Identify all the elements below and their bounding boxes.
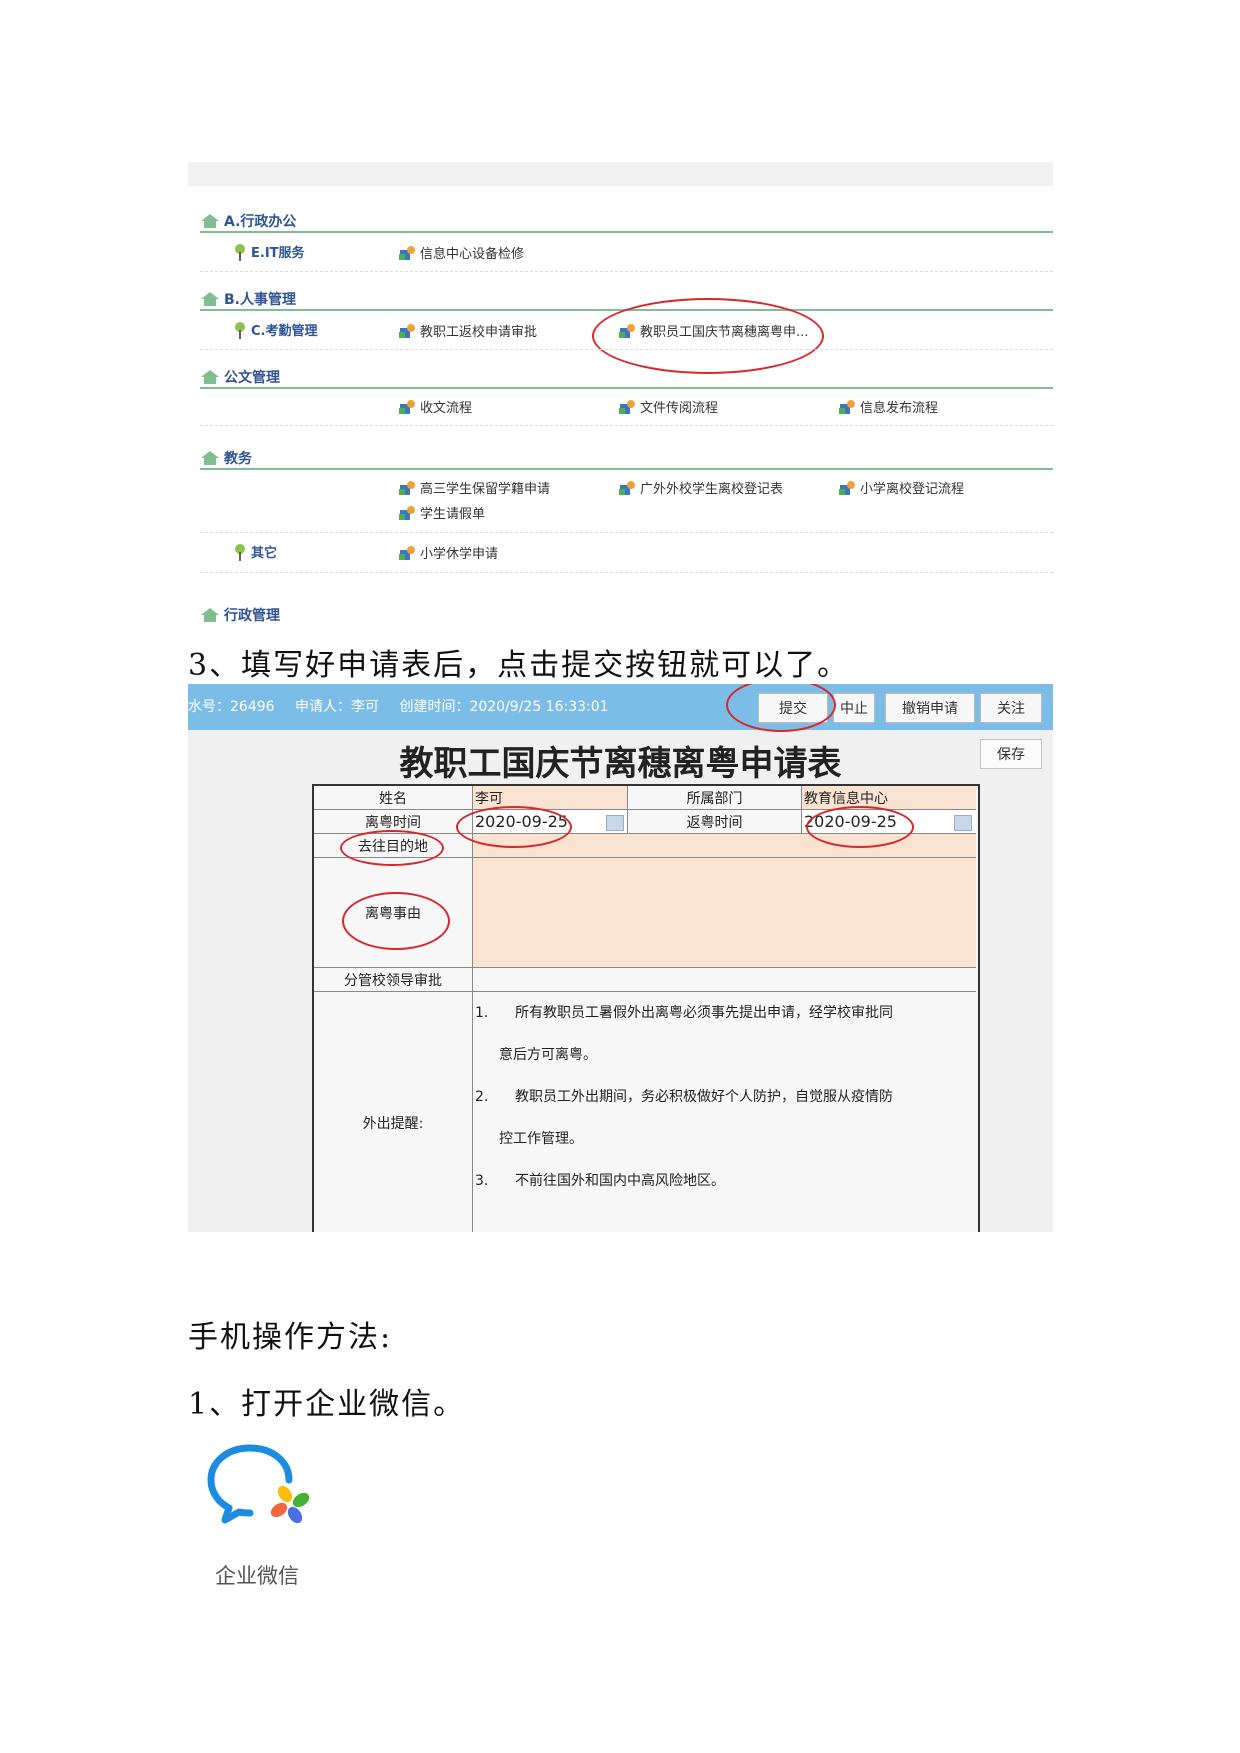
category-admin-management[interactable]: 行政管理 <box>200 602 280 622</box>
flow-primary-leave[interactable]: 小学离校登记流程 <box>838 478 964 497</box>
subcategory-attendance[interactable]: C.考勤管理 <box>232 320 317 339</box>
application-form-screenshot: 水号：26496 申请人：李可 创建时间：2020/9/25 16:33:01 … <box>188 684 1053 1232</box>
calendar-icon[interactable] <box>606 815 624 831</box>
leave-date-field[interactable]: 2020-09-25 <box>473 810 628 834</box>
submit-button[interactable]: 提交 <box>758 693 828 723</box>
approval-label: 分管校领导审批 <box>314 968 473 992</box>
tree-icon <box>235 321 245 339</box>
row-divider <box>200 425 1053 426</box>
tree-icon <box>235 243 245 261</box>
workflow-menu-screenshot: A.行政办公 E.IT服务 信息中心设备检修 B.人事管理 C.考勤管理 教职工… <box>188 162 1053 622</box>
workflow-icon <box>399 505 415 520</box>
category-label: 教务 <box>224 451 252 467</box>
flow-senior-keep-status[interactable]: 高三学生保留学籍申请 <box>398 478 550 497</box>
wecom-app-label: 企业微信 <box>215 1564 299 1588</box>
dept-field[interactable]: 教育信息中心 <box>802 786 976 810</box>
applicant: 申请人：李可 <box>295 699 379 715</box>
workflow-icon <box>839 480 855 495</box>
reason-label: 离粤事由 <box>314 858 473 968</box>
category-divider <box>200 309 1053 311</box>
follow-button[interactable]: 关注 <box>980 693 1042 723</box>
workflow-icon <box>619 480 635 495</box>
category-label: 公文管理 <box>224 370 280 386</box>
flow-student-leave[interactable]: 学生请假单 <box>398 503 485 522</box>
workflow-icon <box>839 399 855 414</box>
flow-primary-suspend[interactable]: 小学休学申请 <box>398 543 498 562</box>
abort-button[interactable]: 中止 <box>833 693 875 723</box>
subcategory-other[interactable]: 其它 <box>232 542 277 561</box>
reminder-notes: 1. 所有教职员工暑假外出离粤必须事先提出申请，经学校审批同 意后方可离粤。 2… <box>473 992 976 1232</box>
reason-field[interactable] <box>473 858 976 968</box>
workflow-icon <box>399 399 415 414</box>
name-label: 姓名 <box>314 786 473 810</box>
workflow-icon <box>399 245 415 260</box>
reminder-label: 外出提醒: <box>314 992 473 1232</box>
return-time-label: 返粤时间 <box>628 810 802 834</box>
row-divider <box>200 572 1053 573</box>
destination-field[interactable] <box>473 834 976 858</box>
mobile-heading: 手机操作方法: <box>188 1320 393 1355</box>
category-divider <box>200 468 1053 470</box>
workflow-icon <box>619 323 635 338</box>
destination-label: 去往目的地 <box>314 834 473 858</box>
calendar-icon[interactable] <box>954 815 972 831</box>
row-divider <box>200 271 1053 272</box>
flow-return-school[interactable]: 教职工返校申请审批 <box>398 321 537 340</box>
flow-receive-doc[interactable]: 收文流程 <box>398 397 472 416</box>
flow-outside-student[interactable]: 广外外校学生离校登记表 <box>618 478 783 497</box>
flow-file-review[interactable]: 文件传阅流程 <box>618 397 718 416</box>
flow-info-repair[interactable]: 信息中心设备检修 <box>398 243 524 262</box>
name-field[interactable]: 李可 <box>473 786 628 810</box>
save-button[interactable]: 保存 <box>980 739 1042 769</box>
category-label: 行政管理 <box>224 608 280 622</box>
menu-top-bar <box>188 162 1053 186</box>
dept-label: 所属部门 <box>628 786 802 810</box>
house-icon <box>201 292 219 306</box>
workflow-icon <box>399 323 415 338</box>
wecom-app-icon[interactable] <box>205 1440 315 1530</box>
row-divider <box>200 349 1053 350</box>
form-table: 姓名 李可 所属部门 教育信息中心 离粤时间 2020-09-25 返粤时间 2… <box>312 784 980 1232</box>
category-divider <box>200 231 1053 233</box>
approval-field[interactable] <box>473 968 976 992</box>
house-icon <box>201 608 219 622</box>
withdraw-button[interactable]: 撤销申请 <box>885 693 975 723</box>
house-icon <box>201 370 219 384</box>
tree-icon <box>235 543 245 561</box>
house-icon <box>201 214 219 228</box>
workflow-icon <box>619 399 635 414</box>
leave-time-label: 离粤时间 <box>314 810 473 834</box>
step3-paragraph: 3、填写好申请表后，点击提交按钮就可以了。 <box>188 648 850 683</box>
category-divider <box>200 387 1053 389</box>
category-label: B.人事管理 <box>224 292 296 308</box>
created-time: 创建时间：2020/9/25 16:33:01 <box>399 699 609 715</box>
workflow-icon <box>399 480 415 495</box>
form-title: 教职工国庆节离穗离粤申请表 <box>399 744 842 784</box>
row-divider <box>200 532 1053 533</box>
flow-info-publish[interactable]: 信息发布流程 <box>838 397 938 416</box>
form-info-text: 水号：26496 申请人：李可 创建时间：2020/9/25 16:33:01 <box>188 696 625 716</box>
workflow-icon <box>399 545 415 560</box>
house-icon <box>201 451 219 465</box>
category-label: A.行政办公 <box>224 214 297 230</box>
serial-number: 水号：26496 <box>188 699 275 715</box>
return-date-field[interactable]: 2020-09-25 <box>802 810 976 834</box>
flow-national-day-leave[interactable]: 教职员工国庆节离穗离粤申... <box>618 321 808 340</box>
subcategory-it-service[interactable]: E.IT服务 <box>232 242 305 261</box>
step1-paragraph: 1、打开企业微信。 <box>188 1387 466 1422</box>
